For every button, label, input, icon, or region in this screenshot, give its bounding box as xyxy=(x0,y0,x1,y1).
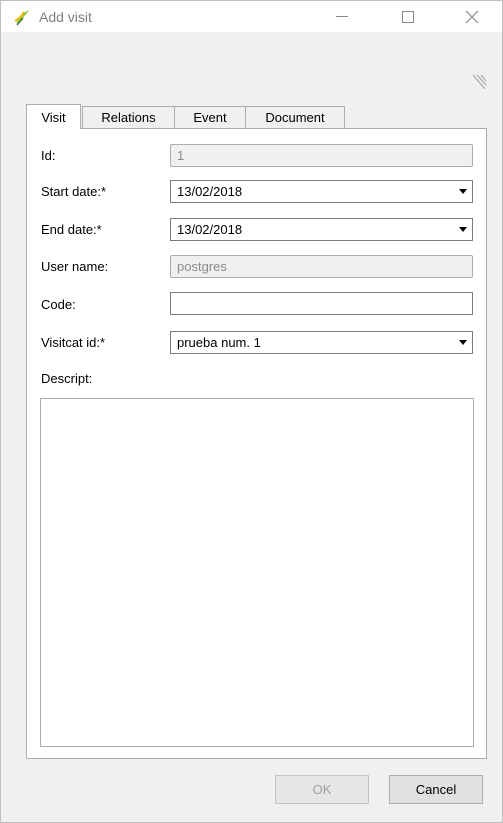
window-title: Add visit xyxy=(39,9,92,25)
chevron-down-icon[interactable] xyxy=(454,219,472,240)
tab-event-label: Event xyxy=(193,110,227,125)
ok-label: OK xyxy=(312,782,332,797)
add-visit-dialog: Add visit Visit Relations Event Document xyxy=(0,0,503,823)
close-icon xyxy=(465,10,479,23)
chevron-down-icon[interactable] xyxy=(454,181,472,202)
minimize-icon xyxy=(336,16,348,17)
resize-grip-icon[interactable] xyxy=(471,73,487,91)
end-date-label: End date:* xyxy=(41,222,102,237)
id-label: Id: xyxy=(41,148,56,163)
end-date-picker[interactable]: 13/02/2018 xyxy=(170,218,473,241)
minimize-button[interactable] xyxy=(319,1,365,32)
start-date-picker[interactable]: 13/02/2018 xyxy=(170,180,473,203)
end-date-value: 13/02/2018 xyxy=(177,222,243,237)
cancel-button[interactable]: Cancel xyxy=(389,775,483,804)
maximize-icon xyxy=(402,10,414,23)
title-bar[interactable]: Add visit xyxy=(1,1,502,32)
visitcat-id-label: Visitcat id:* xyxy=(41,335,106,350)
id-value: 1 xyxy=(177,148,185,163)
chevron-down-icon[interactable] xyxy=(454,332,472,353)
visit-tab-panel: Id: 1 Start date:* 13/02/2018 End date:*… xyxy=(26,128,487,759)
tab-relations-label: Relations xyxy=(101,110,156,125)
tab-visit[interactable]: Visit xyxy=(26,104,81,129)
descript-label: Descript: xyxy=(41,371,93,386)
descript-textarea[interactable] xyxy=(40,398,474,747)
visitcat-id-value: prueba num. 1 xyxy=(177,335,261,350)
visitcat-id-select[interactable]: prueba num. 1 xyxy=(170,331,473,354)
user-name-field: postgres xyxy=(170,255,473,278)
ok-button[interactable]: OK xyxy=(275,775,369,804)
qgis-app-icon xyxy=(14,10,29,26)
tab-document-label: Document xyxy=(265,110,325,125)
code-label: Code: xyxy=(41,297,76,312)
tab-relations[interactable]: Relations xyxy=(82,106,175,128)
user-name-value: postgres xyxy=(177,259,227,274)
cancel-label: Cancel xyxy=(415,782,457,797)
tab-document[interactable]: Document xyxy=(245,106,345,128)
user-name-label: User name: xyxy=(41,259,109,274)
code-input[interactable] xyxy=(170,292,473,315)
id-field: 1 xyxy=(170,144,473,167)
start-date-label: Start date:* xyxy=(41,184,107,199)
close-button[interactable] xyxy=(449,1,495,32)
start-date-value: 13/02/2018 xyxy=(177,184,243,199)
tab-event[interactable]: Event xyxy=(174,106,246,128)
tab-visit-label: Visit xyxy=(41,109,66,125)
maximize-button[interactable] xyxy=(385,1,431,32)
